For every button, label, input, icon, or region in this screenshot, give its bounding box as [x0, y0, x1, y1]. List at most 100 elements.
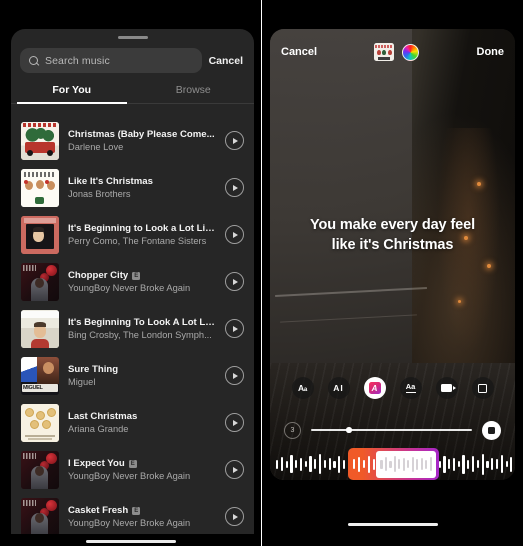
waveform-bar — [510, 456, 513, 472]
waveform-bar — [309, 456, 312, 472]
song-row[interactable]: It's Beginning to Look a Lot Lik... Perry… — [11, 211, 254, 258]
stop-record-icon[interactable] — [482, 420, 501, 440]
song-artist: Jonas Brothers — [68, 189, 131, 199]
done-button[interactable]: Done — [477, 46, 505, 58]
waveform-bar — [481, 453, 484, 475]
song-artist: Darlene Love — [68, 142, 124, 152]
song-title: Chopper City E — [68, 270, 216, 281]
song-meta: Last Christmas Ariana Grande — [68, 411, 216, 434]
text-animation-button[interactable] — [435, 377, 458, 399]
search-icon — [29, 55, 39, 66]
waveform-bar — [452, 457, 456, 471]
album-art — [21, 121, 59, 160]
waveform-bar — [457, 461, 460, 467]
slider-knob[interactable] — [346, 427, 352, 433]
song-artist: Perry Como, The Fontane Sisters — [68, 236, 207, 246]
audio-progress-slider[interactable] — [311, 422, 472, 439]
waveform-bar-selected — [425, 459, 428, 469]
play-icon[interactable] — [225, 413, 244, 432]
song-title: Like It's Christmas — [68, 176, 216, 187]
sticker-icon[interactable] — [374, 43, 395, 61]
play-icon[interactable] — [225, 272, 244, 291]
play-icon[interactable] — [225, 366, 244, 385]
waveform-bar — [342, 459, 346, 469]
search-row: Search music Cancel — [11, 39, 254, 73]
font-size-button[interactable]: Aa — [291, 377, 314, 399]
search-input[interactable]: Search music — [20, 48, 202, 73]
song-title-text: Sure Thing — [68, 364, 119, 375]
slider-track — [311, 429, 472, 431]
song-artist: Miguel — [68, 377, 96, 387]
audio-waveform-row[interactable] — [270, 447, 515, 480]
waveform-bar-selected — [398, 459, 401, 469]
play-icon[interactable] — [225, 460, 244, 479]
song-title: Casket Fresh E — [68, 505, 216, 516]
play-icon[interactable] — [225, 225, 244, 244]
story-caption-text[interactable]: You make every day feel like it's Christ… — [282, 215, 503, 255]
song-title: It's Beginning To Look A Lot Lik... — [68, 317, 216, 328]
song-row[interactable]: MIGUEL Sure Thing Miguel — [11, 352, 254, 399]
ai-icon: AI — [333, 383, 344, 393]
song-meta: Like It's Christmas Jonas Brothers — [68, 176, 216, 199]
waveform-bar-selected — [393, 456, 396, 472]
waveform-selection-left — [351, 451, 376, 478]
waveform-bar — [290, 455, 293, 473]
song-artist: YoungBoy Never Broke Again — [68, 471, 191, 481]
song-artist: YoungBoy Never Broke Again — [68, 518, 191, 528]
search-cancel-button[interactable]: Cancel — [209, 55, 245, 67]
song-title-text: Christmas (Baby Please Come... — [68, 129, 215, 140]
waveform-strip[interactable] — [276, 448, 513, 480]
album-art — [21, 309, 59, 348]
song-row[interactable]: Casket Fresh E YoungBoy Never Broke Again — [11, 493, 254, 534]
text-style-button[interactable]: A — [363, 377, 386, 399]
photo-light-4 — [458, 299, 462, 303]
album-art — [21, 168, 59, 207]
waveform-bar-trim — [372, 458, 375, 470]
explicit-badge-icon: E — [132, 271, 141, 280]
duration-button[interactable]: 3 — [284, 421, 301, 439]
story-canvas[interactable]: Cancel Done You make every day feel like… — [270, 29, 515, 480]
waveform-bar — [486, 460, 489, 468]
song-title-text: Like It's Christmas — [68, 176, 153, 187]
waveform-bar — [314, 459, 317, 469]
waveform-selection-inner — [376, 450, 437, 478]
waveform-bar — [285, 460, 288, 468]
song-list[interactable]: Christmas (Baby Please Come... Darlene Lo… — [11, 117, 254, 534]
caption-line-2: like it's Christmas — [331, 237, 454, 253]
cancel-button[interactable]: Cancel — [281, 46, 317, 58]
left-phone-frame: Search music Cancel For You Browse Chris… — [0, 0, 261, 546]
tab-bar: For You Browse — [11, 84, 254, 104]
play-icon[interactable] — [225, 131, 244, 150]
song-row[interactable]: Chopper City E YoungBoy Never Broke Again — [11, 258, 254, 305]
right-phone-frame: Cancel Done You make every day feel like… — [262, 0, 523, 546]
tab-browse[interactable]: Browse — [133, 84, 255, 103]
text-background-button[interactable] — [471, 377, 494, 399]
waveform-bar-selected — [407, 460, 410, 468]
song-artist: Ariana Grande — [68, 424, 129, 434]
play-icon[interactable] — [225, 319, 244, 338]
song-row[interactable]: Last Christmas Ariana Grande — [11, 399, 254, 446]
waveform-selection[interactable] — [348, 448, 440, 480]
waveform-bar — [299, 457, 303, 471]
song-row[interactable]: Christmas (Baby Please Come... Darlene Lo… — [11, 117, 254, 164]
play-icon[interactable] — [225, 507, 244, 526]
play-icon[interactable] — [225, 178, 244, 197]
waveform-bar-selected — [429, 457, 432, 471]
text-underline-button[interactable]: Aa — [399, 377, 422, 399]
waveform-bar — [443, 455, 446, 473]
song-row[interactable]: Like It's Christmas Jonas Brothers — [11, 164, 254, 211]
caption-line-1: You make every day feel — [309, 217, 476, 233]
song-row[interactable]: I Expect You E YoungBoy Never Broke Again — [11, 446, 254, 493]
waveform-bar-trim — [362, 460, 365, 468]
song-meta: It's Beginning to Look a Lot Lik... Perry… — [68, 223, 216, 246]
color-wheel-icon[interactable] — [402, 43, 420, 61]
song-meta: Sure Thing Miguel — [68, 364, 216, 387]
song-row[interactable]: It's Beginning To Look A Lot Lik... Bing … — [11, 305, 254, 352]
tab-for-you[interactable]: For You — [11, 84, 133, 104]
waveform-bar — [333, 460, 336, 468]
explicit-badge-icon: E — [132, 506, 141, 515]
text-align-button[interactable]: AI — [327, 377, 350, 399]
song-title-text: It's Beginning To Look A Lot Lik... — [68, 317, 216, 328]
waveform-bar-selected — [402, 457, 405, 471]
waveform-bar — [304, 461, 307, 467]
